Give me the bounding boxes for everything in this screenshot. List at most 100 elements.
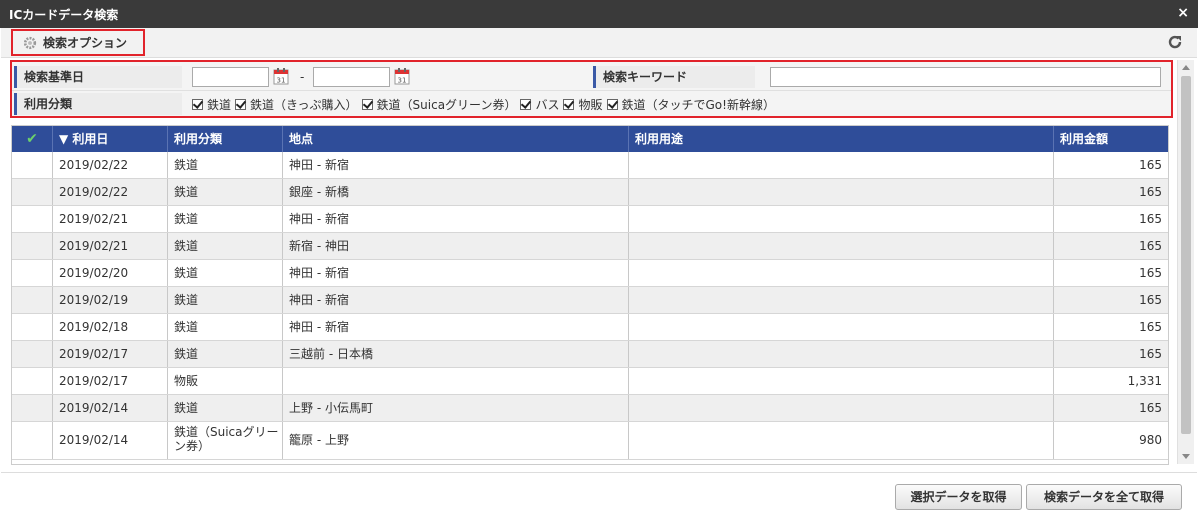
cell-purpose: [629, 206, 1054, 232]
refresh-icon[interactable]: [1167, 34, 1183, 50]
cell-purpose: [629, 179, 1054, 205]
table-row[interactable]: 2019/02/21 鉄道 神田 - 新宿 165: [12, 206, 1168, 233]
cell-purpose: [629, 233, 1054, 259]
checkbox-checked-icon[interactable]: [520, 98, 532, 110]
cell-location: 神田 - 新宿: [283, 152, 629, 178]
cell-purpose: [629, 314, 1054, 340]
cell-location: 新宿 - 神田: [283, 233, 629, 259]
cell-date: 2019/02/21: [53, 233, 168, 259]
column-header-category[interactable]: 利用分類: [168, 126, 283, 152]
table-row[interactable]: 2019/02/14 鉄道（Suicaグリーン券） 籠原 - 上野 980: [12, 422, 1168, 460]
cell-purpose: [629, 152, 1054, 178]
cell-purpose: [629, 368, 1054, 394]
table-row[interactable]: 2019/02/21 鉄道 新宿 - 神田 165: [12, 233, 1168, 260]
cell-date: 2019/02/17: [53, 368, 168, 394]
cell-location: 上野 - 小伝馬町: [283, 395, 629, 421]
table-row[interactable]: 2019/02/22 鉄道 神田 - 新宿 165: [12, 152, 1168, 179]
table-row[interactable]: 2019/02/19 鉄道 神田 - 新宿 165: [12, 287, 1168, 314]
category-checkbox[interactable]: 鉄道（きっぷ購入）: [235, 96, 358, 113]
cell-category: 鉄道: [168, 233, 283, 259]
cell-category: 鉄道: [168, 206, 283, 232]
cell-category: 鉄道: [168, 179, 283, 205]
cell-category: 鉄道: [168, 341, 283, 367]
category-checkbox[interactable]: バス: [520, 96, 559, 113]
cell-amount: 165: [1139, 401, 1162, 415]
row-select-cell[interactable]: [12, 395, 53, 421]
results-grid: ✔ ▼ 利用日 利用分類 地点 利用用途 利用金額 2019/02/22 鉄道 神田…: [11, 125, 1169, 465]
row-select-cell[interactable]: [12, 287, 53, 313]
cell-category: 鉄道: [168, 287, 283, 313]
search-options-toggle[interactable]: 検索オプション: [11, 29, 145, 56]
svg-text:31: 31: [277, 77, 286, 85]
cell-amount: 1,331: [1127, 374, 1162, 388]
row-select-cell[interactable]: [12, 206, 53, 232]
checkbox-checked-icon[interactable]: [192, 98, 203, 110]
select-all-checkmark-icon[interactable]: ✔: [12, 126, 53, 152]
row-select-cell[interactable]: [12, 422, 53, 459]
cell-category: 鉄道: [168, 395, 283, 421]
row-select-cell[interactable]: [12, 260, 53, 286]
keyword-input[interactable]: [770, 67, 1161, 87]
scroll-thumb[interactable]: [1181, 76, 1191, 434]
date-from-input[interactable]: [192, 67, 269, 87]
search-row-category: 利用分類 鉄道 鉄道（きっぷ購入） 鉄道（Suicaグリーン券） バス 物販 鉄…: [12, 90, 1171, 116]
calendar-icon[interactable]: 31: [394, 67, 410, 85]
scroll-up-icon[interactable]: [1182, 65, 1190, 70]
table-row[interactable]: 2019/02/22 鉄道 銀座 - 新橋 165: [12, 179, 1168, 206]
checkbox-checked-icon[interactable]: [606, 98, 618, 110]
table-row[interactable]: 2019/02/18 鉄道 神田 - 新宿 165: [12, 314, 1168, 341]
row-select-cell[interactable]: [12, 341, 53, 367]
cell-category: 鉄道: [168, 152, 283, 178]
table-row[interactable]: 2019/02/14 鉄道 上野 - 小伝馬町 165: [12, 395, 1168, 422]
date-to-input[interactable]: [313, 67, 390, 87]
cell-amount: 165: [1139, 185, 1162, 199]
search-criteria-panel: 検索基準日 31 - 31 検索キーワード 利用分類 鉄道 鉄道（きっぷ購入） …: [10, 60, 1173, 118]
cell-date: 2019/02/17: [53, 341, 168, 367]
cell-location: 神田 - 新宿: [283, 260, 629, 286]
get-all-button[interactable]: 検索データを全て取得: [1026, 484, 1182, 510]
calendar-icon[interactable]: 31: [273, 67, 289, 85]
base-date-label: 検索基準日: [14, 66, 182, 88]
vertical-scrollbar[interactable]: [1177, 60, 1194, 464]
category-checkbox[interactable]: 鉄道（Suicaグリーン券）: [361, 96, 516, 113]
column-header-purpose[interactable]: 利用用途: [629, 126, 1054, 152]
cell-location: 三越前 - 日本橋: [283, 341, 629, 367]
cell-date: 2019/02/19: [53, 287, 168, 313]
cell-amount: 980: [1139, 433, 1162, 447]
cell-purpose: [629, 341, 1054, 367]
category-label: 利用分類: [14, 93, 182, 115]
category-checkbox[interactable]: 物販: [563, 96, 603, 113]
close-icon[interactable]: ×: [1177, 5, 1189, 21]
cell-purpose: [629, 395, 1054, 421]
category-checkboxes: 鉄道 鉄道（きっぷ購入） 鉄道（Suicaグリーン券） バス 物販 鉄道（タッチ…: [192, 93, 779, 115]
cell-category: 鉄道: [168, 314, 283, 340]
row-select-cell[interactable]: [12, 179, 53, 205]
table-row[interactable]: 2019/02/20 鉄道 神田 - 新宿 165: [12, 260, 1168, 287]
cell-amount: 165: [1139, 347, 1162, 361]
get-selected-button[interactable]: 選択データを取得: [895, 484, 1022, 510]
options-bar: 検索オプション: [1, 28, 1197, 58]
category-checkbox[interactable]: 鉄道: [192, 96, 231, 113]
table-row[interactable]: 2019/02/17 鉄道 三越前 - 日本橋 165: [12, 341, 1168, 368]
column-header-amount[interactable]: 利用金額: [1054, 126, 1168, 152]
cell-location: 神田 - 新宿: [283, 287, 629, 313]
checkbox-checked-icon[interactable]: [361, 98, 373, 110]
checkbox-checked-icon[interactable]: [563, 98, 575, 110]
checkbox-checked-icon[interactable]: [235, 98, 247, 110]
row-select-cell[interactable]: [12, 152, 53, 178]
window-title: ICカードデータ検索: [9, 8, 119, 22]
cell-amount: 165: [1139, 212, 1162, 226]
footer-actions: 選択データを取得 検索データを全て取得: [1, 472, 1197, 520]
column-header-date[interactable]: ▼ 利用日: [53, 126, 168, 152]
cell-location: 籠原 - 上野: [283, 422, 629, 459]
column-header-location[interactable]: 地点: [283, 126, 629, 152]
row-select-cell[interactable]: [12, 233, 53, 259]
keyword-label: 検索キーワード: [593, 66, 755, 88]
table-row[interactable]: 2019/02/17 物販 1,331: [12, 368, 1168, 395]
cell-location: [283, 368, 629, 394]
category-checkbox[interactable]: 鉄道（タッチでGo!新幹線）: [606, 96, 775, 113]
row-select-cell[interactable]: [12, 314, 53, 340]
cell-amount: 165: [1139, 266, 1162, 280]
scroll-down-icon[interactable]: [1182, 454, 1190, 459]
row-select-cell[interactable]: [12, 368, 53, 394]
